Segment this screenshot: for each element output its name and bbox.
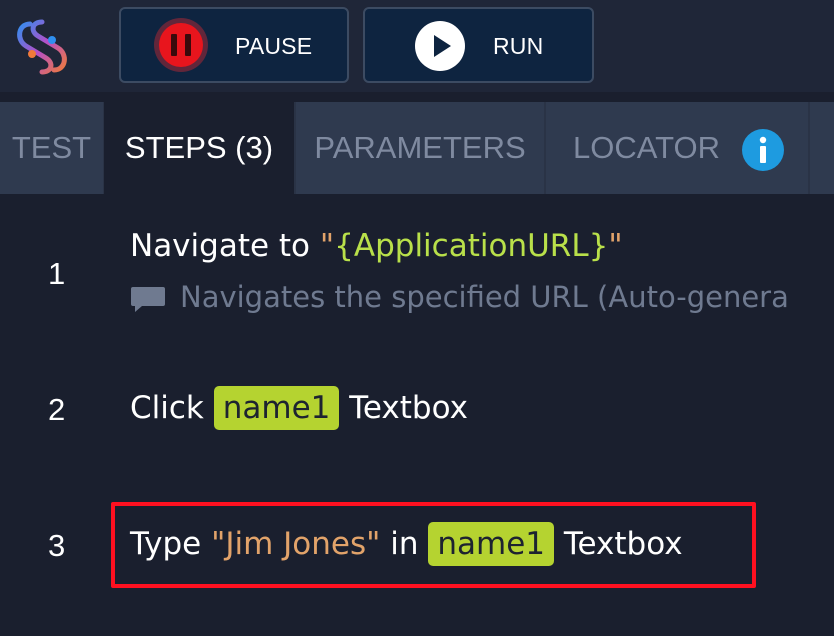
- comment-icon: [131, 287, 165, 312]
- run-label: RUN: [493, 33, 544, 59]
- step-action: Navigate to: [130, 228, 311, 264]
- comment-text: Navigates the specified URL (Auto-genera: [180, 280, 789, 314]
- step-text: Navigate to "{ApplicationURL}": [130, 228, 623, 264]
- quote-close: ": [608, 228, 623, 264]
- step-action: Click: [130, 390, 204, 426]
- quote-open: ": [319, 228, 335, 264]
- toolbar: PAUSE RUN: [0, 0, 834, 92]
- play-icon: [415, 21, 465, 71]
- step-comment: Navigates the specified URL (Auto-genera: [130, 280, 789, 314]
- info-icon[interactable]: [742, 129, 784, 171]
- step-suffix: Textbox: [349, 390, 468, 426]
- step-number: 2: [48, 392, 66, 427]
- tab-label: TEST: [11, 130, 92, 165]
- step-number: 3: [48, 528, 66, 563]
- parameter-value: {ApplicationURL}: [334, 228, 609, 264]
- tab-steps[interactable]: STEPS (3): [104, 102, 294, 194]
- tab-locator[interactable]: LOCATOR: [546, 102, 808, 194]
- tab-parameters[interactable]: PARAMETERS: [296, 102, 544, 194]
- step-text: Click name1 Textbox: [130, 386, 468, 430]
- app-logo-icon: [17, 19, 67, 75]
- steps-list: 1 Navigate to "{ApplicationURL}" Navigat…: [0, 194, 834, 636]
- tab-label: PARAMETERS: [314, 130, 526, 165]
- pause-label: PAUSE: [235, 33, 313, 59]
- pause-icon: [154, 18, 208, 72]
- step-number: 1: [48, 256, 66, 291]
- locator-chip[interactable]: name1: [213, 386, 340, 430]
- tab-bar: TEST STEPS (3) PARAMETERS LOCATOR: [0, 102, 834, 194]
- step-highlight-box: [111, 502, 756, 588]
- tab-test[interactable]: TEST: [0, 102, 103, 194]
- pause-button[interactable]: PAUSE: [119, 7, 349, 83]
- tab-label: LOCATOR: [573, 130, 720, 165]
- tab-overflow[interactable]: [810, 102, 834, 194]
- run-button[interactable]: RUN: [363, 7, 594, 83]
- tab-label: STEPS (3): [124, 130, 274, 165]
